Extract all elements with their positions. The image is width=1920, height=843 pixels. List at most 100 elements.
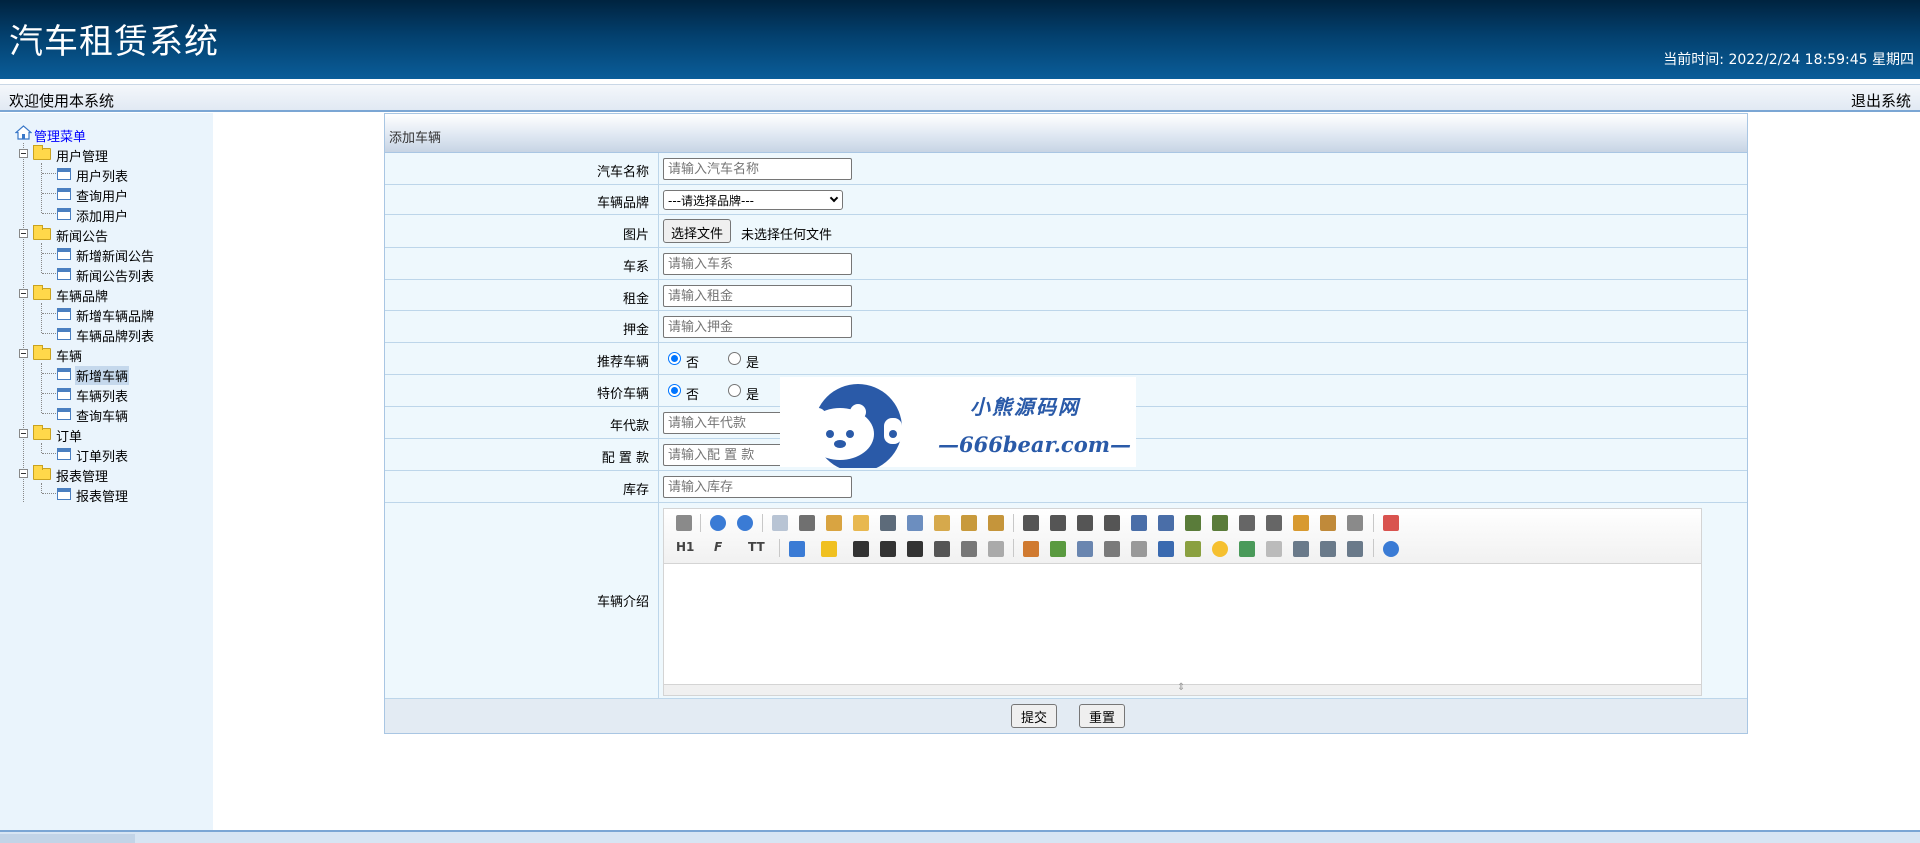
special-price-no-radio[interactable] xyxy=(668,384,681,397)
column-divider xyxy=(658,407,659,438)
font-family-dropdown[interactable]: F xyxy=(714,540,722,554)
media-icon[interactable] xyxy=(1104,541,1120,557)
special-price-yes-radio[interactable] xyxy=(728,384,741,397)
outdent-icon[interactable] xyxy=(1212,515,1228,531)
file-status: 未选择任何文件 xyxy=(741,228,833,243)
special-char-icon[interactable] xyxy=(1239,541,1255,557)
code-icon[interactable] xyxy=(853,515,869,531)
underline-icon[interactable] xyxy=(907,541,923,557)
submit-button[interactable]: 提交 xyxy=(1011,704,1058,728)
remove-format-icon[interactable] xyxy=(988,541,1004,557)
collapse-icon[interactable] xyxy=(19,349,28,358)
table-icon[interactable] xyxy=(1158,541,1174,557)
clock-value: 2022/2/24 18:59:45 星期四 xyxy=(1728,52,1914,68)
attachment-icon[interactable] xyxy=(1131,541,1147,557)
source-icon[interactable] xyxy=(676,515,692,531)
menu-item-label: 查询车辆 xyxy=(76,410,129,425)
undo-icon[interactable] xyxy=(710,515,726,531)
italic-icon[interactable] xyxy=(880,541,896,557)
align-right-icon[interactable] xyxy=(1077,515,1093,531)
indent-icon[interactable] xyxy=(1185,515,1201,531)
form-header: 添加车辆 xyxy=(385,114,1747,153)
align-left-icon[interactable] xyxy=(1023,515,1039,531)
cut-icon[interactable] xyxy=(880,515,896,531)
form-row-recommended: 推荐车辆 否 是 xyxy=(385,343,1747,375)
collapse-icon[interactable] xyxy=(19,149,28,158)
toolbar-divider xyxy=(762,514,763,532)
rich-text-editor: H1 F TT xyxy=(663,508,1702,696)
tree-connector xyxy=(41,163,42,213)
rent-input[interactable] xyxy=(663,285,852,307)
logout-link[interactable]: 退出系统 xyxy=(1851,90,1911,111)
horizontal-rule-icon[interactable] xyxy=(1185,541,1201,557)
strikethrough-icon[interactable] xyxy=(934,541,950,557)
series-input[interactable] xyxy=(663,253,852,275)
recommended-yes-radio[interactable] xyxy=(728,352,741,365)
font-size-dropdown[interactable]: TT xyxy=(748,540,765,554)
preview-icon[interactable] xyxy=(772,515,788,531)
editor-resize-handle[interactable] xyxy=(664,682,1701,695)
anchor-icon[interactable] xyxy=(1293,541,1309,557)
align-justify-icon[interactable] xyxy=(1104,515,1120,531)
format-painter-icon[interactable] xyxy=(1320,515,1336,531)
reset-button[interactable]: 重置 xyxy=(1079,704,1126,728)
paste-word-icon[interactable] xyxy=(988,515,1004,531)
column-divider xyxy=(658,439,659,470)
recommended-no-radio[interactable] xyxy=(668,352,681,365)
collapse-icon[interactable] xyxy=(19,469,28,478)
brand-select[interactable]: ---请选择品牌--- xyxy=(663,190,843,210)
copy-icon[interactable] xyxy=(907,515,923,531)
select-all-icon[interactable] xyxy=(1347,515,1363,531)
menu-group-label: 车辆品牌 xyxy=(56,290,109,305)
redo-icon[interactable] xyxy=(737,515,753,531)
align-center-icon[interactable] xyxy=(1050,515,1066,531)
editor-content-area[interactable] xyxy=(664,565,1701,685)
field-label: 押金 xyxy=(622,323,649,338)
paste-text-icon[interactable] xyxy=(961,515,977,531)
clear-format-icon[interactable] xyxy=(1293,515,1309,531)
folder-icon xyxy=(33,285,51,300)
fullscreen-icon[interactable] xyxy=(1383,515,1399,531)
help-icon[interactable] xyxy=(1383,541,1399,557)
column-divider xyxy=(658,215,659,247)
highlight-color-icon[interactable] xyxy=(821,541,837,557)
page-break-icon[interactable] xyxy=(1266,541,1282,557)
heading-dropdown[interactable]: H1 xyxy=(676,540,694,554)
choose-file-button[interactable]: 选择文件 xyxy=(663,219,732,243)
stock-input[interactable] xyxy=(663,476,852,498)
toolbar-divider xyxy=(779,539,780,557)
ordered-list-icon[interactable] xyxy=(1131,515,1147,531)
toolbar-divider xyxy=(1373,539,1374,557)
font-color-icon[interactable] xyxy=(789,541,805,557)
radio-label: 否 xyxy=(686,356,700,371)
column-divider xyxy=(658,280,659,310)
unordered-list-icon[interactable] xyxy=(1158,515,1174,531)
menu-group-label: 用户管理 xyxy=(56,150,109,165)
bottom-bar xyxy=(0,830,1920,843)
unlink-icon[interactable] xyxy=(1347,541,1363,557)
superscript-icon[interactable] xyxy=(1266,515,1282,531)
bold-icon[interactable] xyxy=(853,541,869,557)
field-label: 库存 xyxy=(622,483,649,498)
collapse-icon[interactable] xyxy=(19,429,28,438)
image-icon[interactable] xyxy=(1023,541,1039,557)
folder-icon xyxy=(33,465,51,480)
field-label: 车系 xyxy=(622,260,649,275)
deposit-input[interactable] xyxy=(663,316,852,338)
welcome-text: 欢迎使用本系统 xyxy=(9,92,115,110)
subscript-icon[interactable] xyxy=(1239,515,1255,531)
flash-icon[interactable] xyxy=(1077,541,1093,557)
car-name-input[interactable] xyxy=(663,158,852,180)
line-height-icon[interactable] xyxy=(961,541,977,557)
collapse-icon[interactable] xyxy=(19,289,28,298)
form-footer: 提交 重置 xyxy=(385,699,1747,733)
watermark-title: 小熊源码网 xyxy=(970,395,1080,419)
paste-icon[interactable] xyxy=(934,515,950,531)
collapse-icon[interactable] xyxy=(19,229,28,238)
multi-image-icon[interactable] xyxy=(1050,541,1066,557)
template-icon[interactable] xyxy=(826,515,842,531)
link-icon[interactable] xyxy=(1320,541,1336,557)
app-header: 汽车租赁系统 当前时间: 2022/2/24 18:59:45 星期四 xyxy=(0,0,1920,79)
print-icon[interactable] xyxy=(799,515,815,531)
emoticon-icon[interactable] xyxy=(1212,541,1228,557)
